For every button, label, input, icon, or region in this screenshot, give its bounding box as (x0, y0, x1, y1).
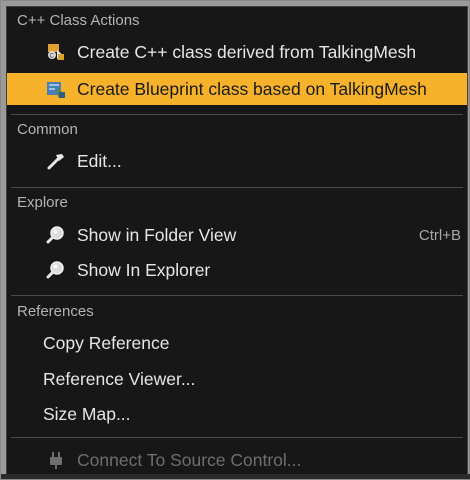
menu-item-label: Size Map... (43, 403, 131, 424)
separator (11, 114, 463, 115)
menu-item-label: Copy Reference (43, 332, 170, 353)
section-header-cpp: C++ Class Actions (17, 12, 140, 29)
menu-item-size-map[interactable]: Size Map... (9, 398, 465, 430)
section-header-explore: Explore (17, 194, 68, 211)
menu-item-connect-to-source-control[interactable]: Connect To Source Control... (9, 444, 465, 475)
menu-item-label: Create C++ class derived from TalkingMes… (77, 41, 417, 62)
menu-item-label: Show in Folder View (77, 224, 237, 245)
screenshot-frame: C++ Class Actions C Create C++ class der… (0, 0, 470, 480)
separator (11, 187, 463, 188)
section-header-common: Common (17, 121, 78, 138)
menu-item-create-blueprint-class[interactable]: Create Blueprint class based on TalkingM… (7, 73, 467, 105)
menu-item-show-in-explorer[interactable]: Show In Explorer (9, 254, 465, 286)
magnifier-icon (45, 224, 67, 246)
shortcut-label: Ctrl+B (418, 226, 461, 244)
svg-text:C: C (50, 54, 55, 60)
plug-icon (45, 449, 67, 471)
separator (11, 295, 463, 296)
menu-item-create-cpp-class[interactable]: C Create C++ class derived from TalkingM… (9, 36, 465, 68)
blueprint-class-icon (45, 78, 67, 100)
menu-item-show-in-folder-view[interactable]: Show in Folder View Ctrl+B (9, 219, 465, 251)
menu-item-edit[interactable]: Edit... (9, 145, 465, 177)
menu-item-label: Show In Explorer (77, 259, 211, 280)
hammer-edit-icon (45, 150, 67, 172)
menu-item-label: Reference Viewer... (43, 368, 196, 389)
section-header-references: References (17, 303, 94, 320)
context-menu: C++ Class Actions C Create C++ class der… (6, 6, 468, 476)
cpp-class-icon: C (45, 41, 67, 63)
menu-item-reference-viewer[interactable]: Reference Viewer... (9, 363, 465, 395)
magnifier-icon (45, 259, 67, 281)
menu-item-label: Edit... (77, 150, 122, 171)
menu-item-copy-reference[interactable]: Copy Reference (9, 327, 465, 359)
background-strip (1, 474, 470, 479)
menu-item-label: Connect To Source Control... (77, 449, 302, 470)
menu-item-label: Create Blueprint class based on TalkingM… (77, 78, 427, 99)
separator (11, 437, 463, 438)
